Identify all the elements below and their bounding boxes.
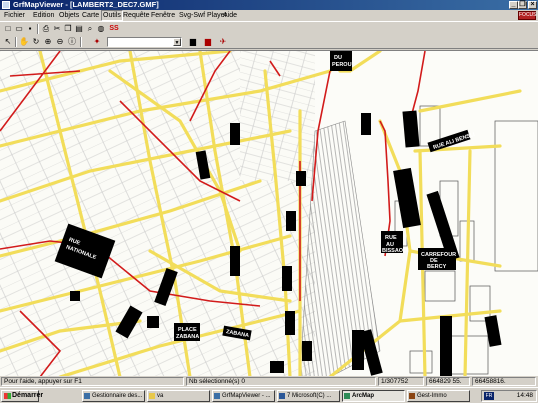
svg-text:PLACE: PLACE: [178, 327, 197, 333]
svg-text:ZABANA: ZABANA: [176, 334, 199, 340]
layer-select[interactable]: ▼: [107, 37, 182, 47]
app-icon: [214, 393, 220, 399]
language-indicator[interactable]: FR: [484, 392, 494, 400]
menu-carte[interactable]: Carte: [81, 10, 100, 21]
rotate-icon[interactable]: ↻: [31, 37, 41, 47]
task-label: va: [157, 393, 164, 399]
label-du-perou: DUPEROU: [330, 51, 352, 71]
status-bar: Pour l'aide, appuyer sur F1 Nb sélection…: [0, 376, 538, 386]
svg-text:RUE: RUE: [385, 235, 397, 241]
folder-icon: [149, 393, 155, 399]
copy-icon[interactable]: ❐: [63, 24, 73, 34]
street-map: DUPEROU RUE ALI BENSLI RUEAUBISSAOUI CAR…: [0, 51, 538, 376]
save-icon[interactable]: ▪: [25, 24, 35, 34]
task-va[interactable]: va: [147, 390, 210, 402]
svg-text:CARREFOUR: CARREFOUR: [421, 252, 456, 258]
restore-button[interactable]: ❐: [518, 1, 527, 9]
flashlight-icon[interactable]: ✦: [92, 37, 102, 47]
map-canvas[interactable]: DU PEROU RUE ALI BENSLI RUE AU BISSAOUI CAR…: [0, 50, 538, 376]
task-label: GrfMapViewer - ...: [222, 393, 271, 399]
status-help: Pour l'aide, appuyer sur F1: [1, 377, 184, 386]
task-arcmap[interactable]: ArcMap: [342, 390, 405, 402]
info-icon[interactable]: ⓘ: [67, 37, 77, 47]
task-gest-immo[interactable]: Gest-Immo: [407, 390, 470, 402]
task-grfmapviewer[interactable]: GrfMapViewer - ...: [212, 390, 275, 402]
label-carrefour-de-bercy: CARREFOURDEBERCY: [418, 248, 456, 270]
open-icon[interactable]: ▭: [14, 24, 24, 34]
label-place-zabana: PLACEZABANA: [174, 323, 200, 341]
svg-text:PEROU: PEROU: [332, 62, 352, 68]
new-icon[interactable]: □: [3, 24, 13, 34]
windows-logo-icon: [4, 393, 11, 399]
arcmap-icon: [344, 393, 350, 399]
menu-bar: Fichier Edition Objets Carte Outils Requ…: [0, 10, 538, 21]
start-label: Démarrer: [12, 392, 44, 399]
menu-fichier[interactable]: Fichier: [3, 10, 26, 21]
menu-outils[interactable]: Outils: [101, 10, 123, 21]
app-icon: [409, 393, 415, 399]
word-icon: [279, 393, 285, 399]
ss-icon[interactable]: SS: [107, 24, 121, 34]
taskbar: Démarrer Gestionnaire des... va GrfMapVi…: [0, 387, 538, 403]
toolbar-separator: [80, 37, 82, 47]
status-y-coordinate: 66458816.: [472, 377, 536, 386]
task-label: 7 Microsoft(C) ...: [287, 393, 332, 399]
menu-requete[interactable]: Requête: [122, 10, 150, 21]
cut-icon[interactable]: ✂: [52, 24, 62, 34]
menu-edition[interactable]: Edition: [32, 10, 55, 21]
globe-icon[interactable]: ◍: [96, 24, 106, 34]
layer-tool-3-icon[interactable]: ✈: [218, 37, 228, 47]
menu-aide[interactable]: Aide: [222, 10, 238, 21]
status-scale: 1/307752: [378, 377, 424, 386]
task-label: Gestionnaire des...: [92, 393, 143, 399]
menu-fenetre[interactable]: Fenêtre: [150, 10, 176, 21]
clock: 14:48: [516, 392, 533, 399]
svg-text:BISSAOUI: BISSAOUI: [382, 248, 409, 254]
status-selection-count: Nb sélectionné(s) 0: [186, 377, 376, 386]
toolbar-separator: [37, 24, 39, 34]
menu-objets[interactable]: Objets: [58, 10, 80, 21]
map-toolbar: ↖ ✋ ↻ ⊕ ⊖ ⓘ ✦ ▼ ▆ ▆ ✈: [0, 35, 538, 49]
folder-icon: [84, 393, 90, 399]
start-button[interactable]: Démarrer: [1, 390, 43, 402]
app-icon: [2, 1, 10, 9]
find-icon[interactable]: ⌕: [85, 24, 95, 34]
task-microsoft[interactable]: 7 Microsoft(C) ...: [277, 390, 340, 402]
menu-svg-swf-player[interactable]: Svg-Swf Player: [178, 10, 228, 21]
zoom-out-icon[interactable]: ⊖: [55, 37, 65, 47]
main-toolbar: □ ▭ ▪ ⎙ ✂ ❐ ▤ ⌕ ◍ SS: [0, 21, 538, 35]
status-x-coordinate: 664829 55.: [426, 377, 470, 386]
system-tray: FR 14:48: [481, 390, 537, 402]
svg-text:BERCY: BERCY: [427, 264, 447, 270]
toolbar-separator: [15, 37, 17, 47]
paste-icon[interactable]: ▤: [74, 24, 84, 34]
zoom-in-icon[interactable]: ⊕: [43, 37, 53, 47]
pan-icon[interactable]: ✋: [19, 37, 29, 47]
svg-text:DU: DU: [334, 55, 342, 61]
chevron-down-icon[interactable]: ▼: [173, 38, 181, 46]
task-gestionnaire[interactable]: Gestionnaire des...: [82, 390, 145, 402]
minimize-button[interactable]: _: [509, 1, 518, 9]
task-label: Gest-Immo: [417, 393, 447, 399]
close-button[interactable]: ×: [528, 1, 537, 9]
task-label: ArcMap: [352, 393, 375, 399]
select-arrow-icon[interactable]: ↖: [3, 37, 13, 47]
layer-tool-1-icon[interactable]: ▆: [188, 37, 198, 47]
app-logo: FOCUS: [518, 11, 537, 20]
window-title: GrfMapViewer - [LAMBERT2_DEC7.GMF]: [13, 0, 159, 9]
title-bar: GrfMapViewer - [LAMBERT2_DEC7.GMF] _ ❐ ×: [0, 0, 538, 10]
layer-tool-2-icon[interactable]: ▆: [203, 37, 213, 47]
print-icon[interactable]: ⎙: [41, 24, 51, 34]
